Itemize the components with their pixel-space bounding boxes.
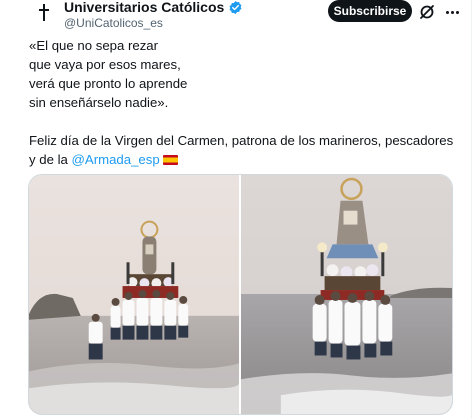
tweet-text-fragment: y de la (29, 152, 68, 167)
procession-photo-1-icon (29, 175, 239, 414)
tweet-text-line-last: y de la @Armada_esp (29, 150, 469, 169)
tweet-text-line: que vaya por esos mares, (29, 57, 181, 72)
tweet-text-line: «El que no sepa rezar (29, 38, 159, 53)
mention-link[interactable]: @Armada_esp (72, 152, 160, 167)
tweet-text-line: verá que pronto lo aprende (29, 76, 188, 91)
tweet-text-line: sin enseñárselo nadie». (29, 95, 169, 110)
photo-procession-1[interactable] (29, 175, 239, 414)
grok-icon[interactable] (418, 3, 436, 21)
tweet: Universitarios Católicos @UniCatolicos_e… (0, 0, 472, 419)
spain-flag-icon (162, 155, 178, 165)
photo-procession-2[interactable] (241, 175, 452, 414)
subscribe-button[interactable]: Subscribirse (328, 0, 412, 22)
author-handle[interactable]: @UniCatolicos_es (64, 17, 243, 30)
more-options-icon[interactable] (443, 3, 461, 21)
tweet-text-line: Feliz día de la Virgen del Carmen, patro… (29, 133, 454, 148)
avatar[interactable] (24, 0, 64, 30)
media-grid (28, 174, 453, 415)
procession-photo-2-icon (241, 175, 452, 414)
tweet-text: «El que no sepa rezar que vaya por esos … (29, 36, 469, 169)
author-block: Universitarios Católicos @UniCatolicos_e… (64, 0, 243, 30)
verified-badge-icon (229, 0, 242, 14)
author-name[interactable]: Universitarios Católicos (64, 0, 224, 14)
cross-icon (39, 4, 49, 21)
